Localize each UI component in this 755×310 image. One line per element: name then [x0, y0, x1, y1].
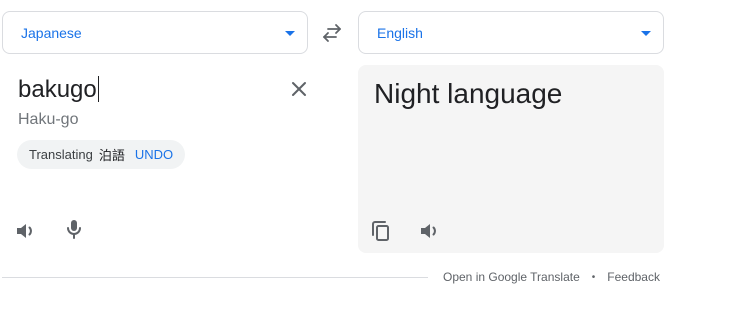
- copy-translation-button[interactable]: [369, 219, 393, 243]
- text-cursor: [97, 76, 99, 102]
- clear-source-button[interactable]: [287, 77, 311, 101]
- chevron-down-icon: [641, 31, 651, 36]
- feedback-link[interactable]: Feedback: [607, 270, 660, 284]
- translation-output-pane: Night language: [358, 65, 664, 253]
- speaker-icon: [17, 224, 32, 238]
- voice-input-button[interactable]: [62, 217, 86, 241]
- source-transliteration: Haku-go: [18, 111, 79, 128]
- footer-divider: [2, 277, 428, 278]
- source-text-value: bakugo: [18, 76, 97, 103]
- source-language-select[interactable]: Japanese: [2, 11, 308, 54]
- target-listen-button[interactable]: [418, 219, 442, 243]
- undo-button[interactable]: UNDO: [135, 147, 173, 162]
- open-in-google-translate-link[interactable]: Open in Google Translate: [443, 270, 580, 284]
- footer-separator: •: [591, 271, 596, 283]
- copy-icon: [372, 221, 389, 241]
- speaker-icon: [421, 224, 436, 238]
- source-text-input[interactable]: bakugo: [18, 76, 99, 104]
- swap-languages-button[interactable]: [318, 20, 346, 46]
- translating-chip: Translating 泊語 UNDO: [17, 140, 186, 169]
- microphone-icon: [67, 220, 81, 239]
- chip-label: Translating: [29, 147, 93, 162]
- source-listen-button[interactable]: [14, 219, 38, 243]
- target-language-select[interactable]: English: [358, 11, 664, 54]
- swap-arrows-icon: [323, 24, 341, 42]
- translation-text: Night language: [374, 78, 563, 109]
- translate-widget: Japanese English bakugo Haku-go Translat…: [0, 0, 755, 310]
- source-language-label: Japanese: [21, 25, 82, 41]
- target-language-label: English: [377, 25, 423, 41]
- footer: Open in Google Translate • Feedback: [443, 270, 660, 284]
- chip-term: 泊語: [98, 149, 125, 164]
- chevron-down-icon: [285, 31, 295, 36]
- close-icon: [292, 82, 306, 96]
